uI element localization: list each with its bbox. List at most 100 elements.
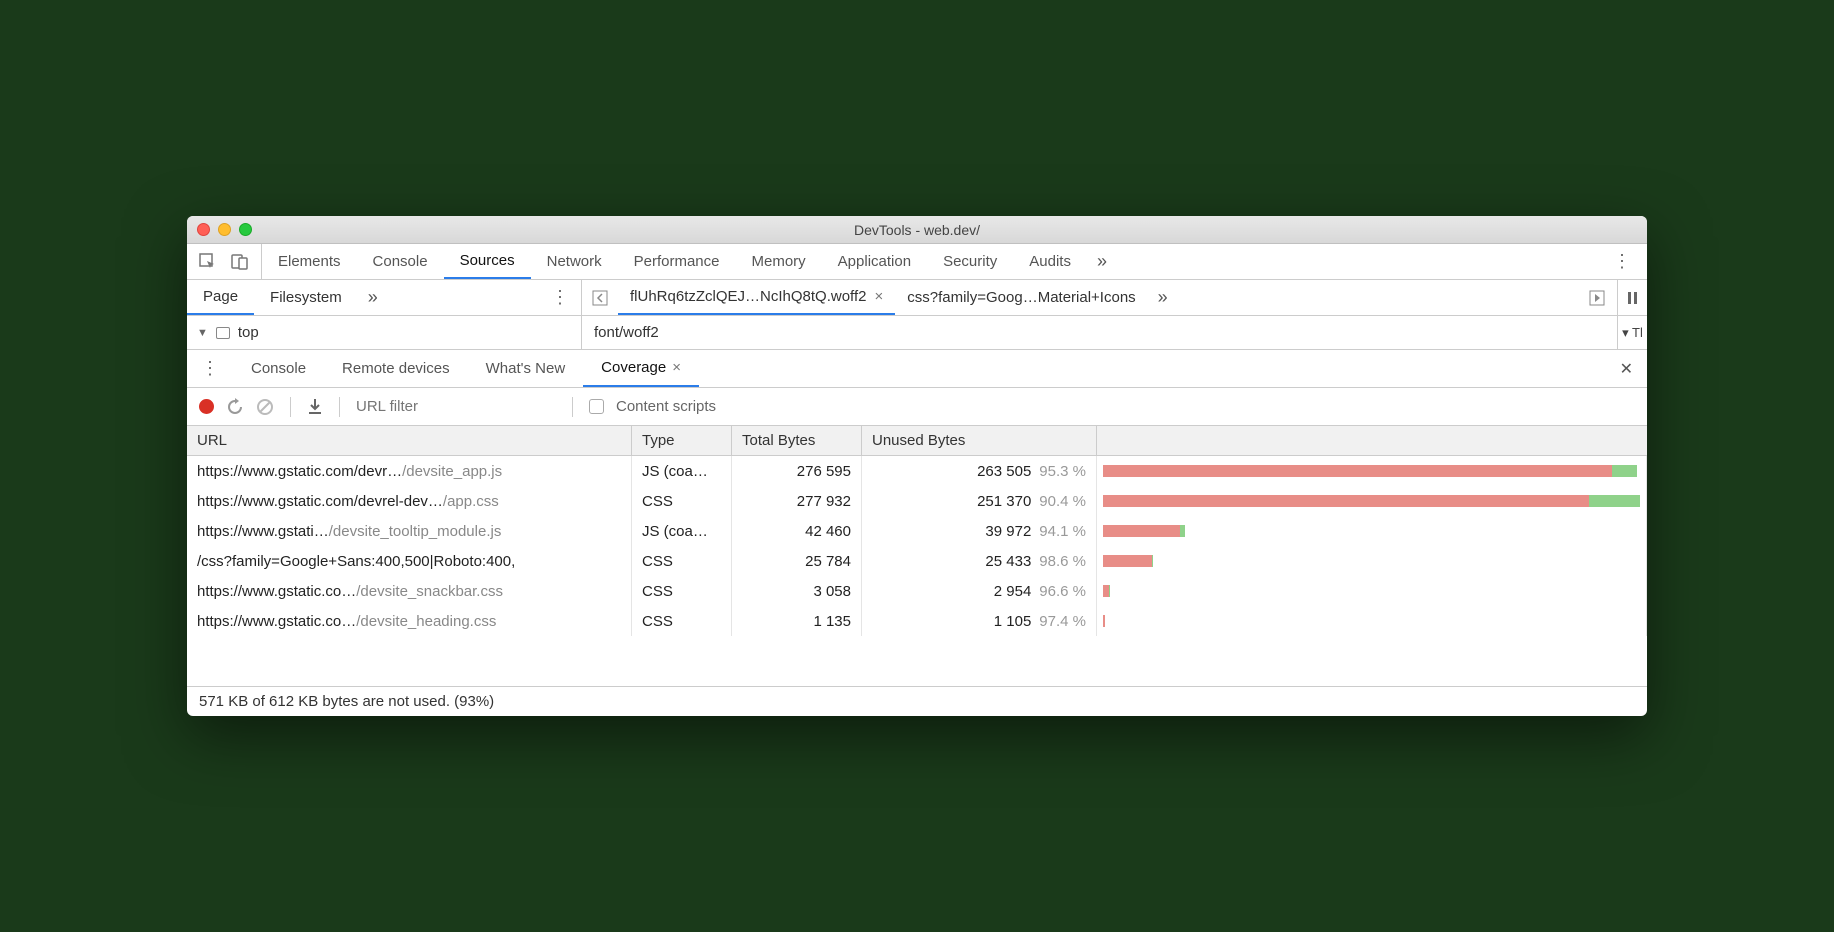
- cell-total: 25 784: [732, 546, 862, 576]
- main-tabs-overflow-icon[interactable]: »: [1087, 244, 1117, 279]
- debugger-pause-icon[interactable]: [1617, 280, 1647, 315]
- window-title: DevTools - web.dev/: [187, 222, 1647, 238]
- inspect-icon[interactable]: [199, 253, 217, 271]
- cell-total: 276 595: [732, 456, 862, 486]
- cell-type: JS (coa…: [632, 516, 732, 546]
- cell-type: JS (coa…: [632, 456, 732, 486]
- threads-toggle[interactable]: ▾ Tl: [1617, 316, 1647, 349]
- table-row[interactable]: https://www.gstatic.com/devrel-dev… /app…: [187, 486, 1647, 516]
- drawer-tab-label: Coverage: [601, 359, 666, 376]
- content-scripts-label: Content scripts: [616, 398, 716, 415]
- drawer-tab-label: What's New: [486, 360, 566, 377]
- file-content: font/woff2: [582, 316, 1617, 349]
- cell-unused: 251 37090.4 %: [862, 486, 1097, 516]
- tab-security[interactable]: Security: [927, 244, 1013, 279]
- nav-run-snippet-icon[interactable]: [1577, 280, 1617, 315]
- close-icon[interactable]: ×: [672, 359, 681, 376]
- col-total[interactable]: Total Bytes: [732, 426, 862, 455]
- settings-kebab-icon[interactable]: ⋮: [1597, 244, 1647, 279]
- cell-total: 277 932: [732, 486, 862, 516]
- cell-total: 1 135: [732, 606, 862, 636]
- devtools-window: DevTools - web.dev/ ElementsConsoleSourc…: [187, 216, 1647, 716]
- cell-url: https://www.gstatic.com/devr… /devsite_a…: [187, 456, 632, 486]
- record-icon[interactable]: [199, 399, 214, 414]
- table-row[interactable]: https://www.gstatic.com/devr… /devsite_a…: [187, 456, 1647, 486]
- nav-history-back-icon[interactable]: [582, 280, 618, 315]
- tab-memory[interactable]: Memory: [736, 244, 822, 279]
- page-tree[interactable]: ▼ top: [187, 316, 582, 349]
- coverage-toolbar: Content scripts: [187, 388, 1647, 426]
- cell-unused: 263 50595.3 %: [862, 456, 1097, 486]
- cell-usage-bar: [1097, 486, 1647, 516]
- coverage-status-text: 571 KB of 612 KB bytes are not used. (93…: [199, 693, 494, 710]
- cell-type: CSS: [632, 546, 732, 576]
- coverage-status: 571 KB of 612 KB bytes are not used. (93…: [187, 686, 1647, 716]
- frame-icon: [216, 327, 230, 339]
- drawer-tab-coverage[interactable]: Coverage ×: [583, 350, 699, 387]
- tab-network[interactable]: Network: [531, 244, 618, 279]
- col-url[interactable]: URL: [187, 426, 632, 455]
- main-toolbar: ElementsConsoleSourcesNetworkPerformance…: [187, 244, 1647, 280]
- drawer-tab-what-s-new[interactable]: What's New: [468, 350, 584, 387]
- cell-type: CSS: [632, 576, 732, 606]
- coverage-table-body: https://www.gstatic.com/devr… /devsite_a…: [187, 456, 1647, 686]
- reload-icon[interactable]: [226, 398, 244, 416]
- drawer-tab-label: Console: [251, 360, 306, 377]
- drawer-kebab-icon[interactable]: ⋮: [187, 350, 233, 387]
- titlebar: DevTools - web.dev/: [187, 216, 1647, 244]
- cell-unused: 1 10597.4 %: [862, 606, 1097, 636]
- file-tabs-overflow-icon[interactable]: »: [1148, 280, 1178, 315]
- close-window-icon[interactable]: [197, 223, 210, 236]
- tree-expand-icon[interactable]: ▼: [197, 327, 208, 339]
- drawer-tab-console[interactable]: Console: [233, 350, 324, 387]
- cell-unused: 39 97294.1 %: [862, 516, 1097, 546]
- content-scripts-checkbox[interactable]: [589, 399, 604, 414]
- url-filter-input[interactable]: [356, 398, 556, 415]
- device-toggle-icon[interactable]: [231, 253, 249, 271]
- table-row[interactable]: https://www.gstati… /devsite_tooltip_mod…: [187, 516, 1647, 546]
- cell-unused: 25 43398.6 %: [862, 546, 1097, 576]
- window-controls: [197, 223, 252, 236]
- minimize-window-icon[interactable]: [218, 223, 231, 236]
- cell-usage-bar: [1097, 606, 1647, 636]
- cell-url: https://www.gstatic.com/devrel-dev… /app…: [187, 486, 632, 516]
- coverage-table-header: URL Type Total Bytes Unused Bytes: [187, 426, 1647, 456]
- cell-unused: 2 95496.6 %: [862, 576, 1097, 606]
- cell-url: https://www.gstati… /devsite_tooltip_mod…: [187, 516, 632, 546]
- table-row[interactable]: /css?family=Google+Sans:400,500|Roboto:4…: [187, 546, 1647, 576]
- cell-usage-bar: [1097, 516, 1647, 546]
- table-row[interactable]: https://www.gstatic.co… /devsite_heading…: [187, 606, 1647, 636]
- cell-usage-bar: [1097, 576, 1647, 606]
- tab-console[interactable]: Console: [357, 244, 444, 279]
- drawer-close-icon[interactable]: ✕: [1606, 350, 1647, 387]
- sidebar-tabs-overflow-icon[interactable]: »: [358, 280, 388, 315]
- sidebar-kebab-icon[interactable]: ⋮: [539, 280, 581, 315]
- col-type[interactable]: Type: [632, 426, 732, 455]
- tab-sources[interactable]: Sources: [444, 244, 531, 279]
- cell-type: CSS: [632, 606, 732, 636]
- sidebar-tab-page[interactable]: Page: [187, 280, 254, 315]
- clear-icon[interactable]: [256, 398, 274, 416]
- drawer-tab-remote-devices[interactable]: Remote devices: [324, 350, 468, 387]
- zoom-window-icon[interactable]: [239, 223, 252, 236]
- table-row[interactable]: https://www.gstatic.co… /devsite_snackba…: [187, 576, 1647, 606]
- cell-url: https://www.gstatic.co… /devsite_snackba…: [187, 576, 632, 606]
- cell-usage-bar: [1097, 456, 1647, 486]
- tab-audits[interactable]: Audits: [1013, 244, 1087, 279]
- file-tab-1[interactable]: css?family=Goog…Material+Icons: [895, 280, 1147, 315]
- col-unused[interactable]: Unused Bytes: [862, 426, 1097, 455]
- export-icon[interactable]: [307, 398, 323, 416]
- tree-top-label: top: [238, 324, 259, 341]
- cell-url: https://www.gstatic.co… /devsite_heading…: [187, 606, 632, 636]
- file-tab-label: css?family=Goog…Material+Icons: [907, 289, 1135, 306]
- tab-elements[interactable]: Elements: [262, 244, 357, 279]
- tab-application[interactable]: Application: [822, 244, 927, 279]
- cell-total: 42 460: [732, 516, 862, 546]
- close-icon[interactable]: ×: [874, 288, 883, 305]
- tab-performance[interactable]: Performance: [618, 244, 736, 279]
- sidebar-tab-filesystem[interactable]: Filesystem: [254, 280, 358, 315]
- file-tab-0[interactable]: flUhRq6tzZclQEJ…NcIhQ8tQ.woff2×: [618, 280, 895, 315]
- sources-content-row: ▼ top font/woff2 ▾ Tl: [187, 316, 1647, 350]
- sources-subtoolbar: PageFilesystem » ⋮ flUhRq6tzZclQEJ…NcIhQ…: [187, 280, 1647, 316]
- drawer-tab-label: Remote devices: [342, 360, 450, 377]
